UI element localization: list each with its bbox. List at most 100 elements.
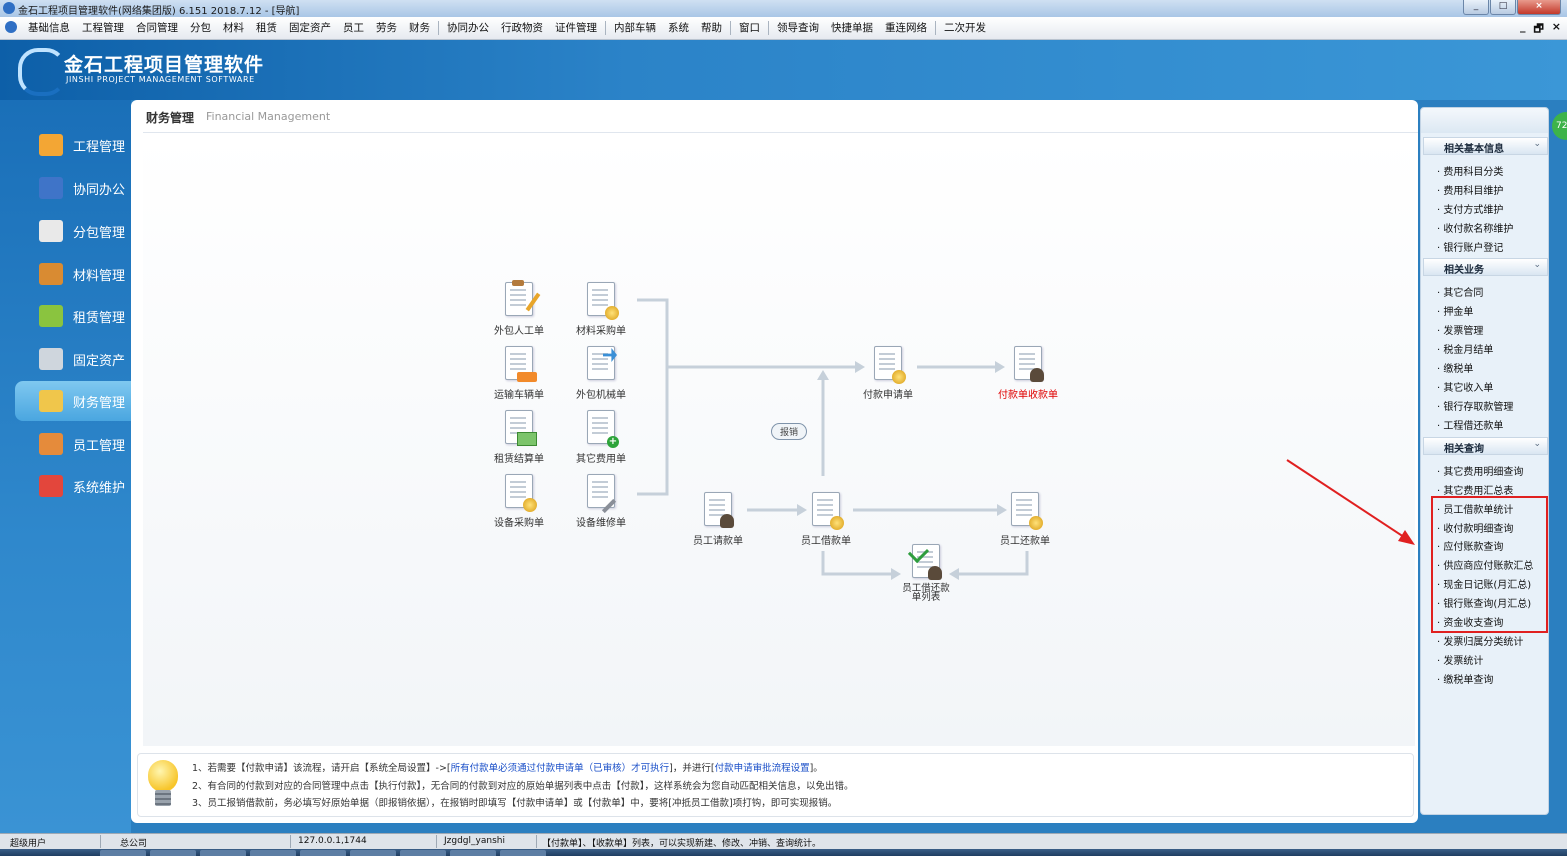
link-other-contract[interactable]: · 其它合同 <box>1437 284 1483 299</box>
staff-icon <box>39 433 63 455</box>
link-tax-payment[interactable]: · 缴税单 <box>1437 360 1473 375</box>
menu-zulin[interactable]: 租赁 <box>250 17 283 39</box>
node-payment-receipt[interactable]: 付款单收款单 <box>988 346 1068 401</box>
taskbar-item[interactable] <box>250 850 296 856</box>
menu-chuangkou[interactable]: 窗口 <box>733 17 766 39</box>
mdi-close-button[interactable]: × <box>1552 20 1561 39</box>
server-icon <box>39 348 63 370</box>
link-payee-name[interactable]: · 收付款名称维护 <box>1437 220 1513 235</box>
menu-list: 基础信息 工程管理 合同管理 分包 材料 租赁 固定资产 员工 劳务 财务 协同… <box>22 17 992 39</box>
taskbar-item[interactable] <box>150 850 196 856</box>
app-icon <box>3 2 15 14</box>
menu-lingdao[interactable]: 领导查询 <box>771 17 825 39</box>
sidebar-item-assets[interactable]: 固定资产 <box>15 339 131 379</box>
menu-yuangong[interactable]: 员工 <box>337 17 370 39</box>
link-bank-deposit[interactable]: · 银行存取款管理 <box>1437 398 1513 413</box>
node-payment-request[interactable]: 付款申请单 <box>848 346 928 401</box>
node-employee-repay[interactable]: 员工还款单 <box>985 492 1065 547</box>
menu-jichu[interactable]: 基础信息 <box>22 17 76 39</box>
menu-guding[interactable]: 固定资产 <box>283 17 337 39</box>
flow-diagram: 外包人工单 材料采购单 运输车辆单 外包机械单 租赁结算单 + 其它费用单 设备… <box>143 136 1415 746</box>
status-db: Jzgdgl_yanshi <box>444 836 505 846</box>
link-q-expense-summary[interactable]: · 其它费用汇总表 <box>1437 482 1513 497</box>
menu-laowu[interactable]: 劳务 <box>370 17 403 39</box>
menu-xingzheng[interactable]: 行政物资 <box>495 17 549 39</box>
taskbar-item[interactable] <box>400 850 446 856</box>
menu-chonglian[interactable]: 重连网络 <box>879 17 933 39</box>
menu-xietong[interactable]: 协同办公 <box>441 17 495 39</box>
link-q-tax-query[interactable]: · 缴税单查询 <box>1437 671 1493 686</box>
node-employee-request[interactable]: 员工请款单 <box>678 492 758 547</box>
sidebar-item-lease[interactable]: 租赁管理 <box>15 296 131 336</box>
maximize-button[interactable]: □ <box>1490 0 1516 15</box>
link-expense-category[interactable]: · 费用科目分类 <box>1437 163 1503 178</box>
status-tip: 【付款单】、【收款单】列表，可以实现新建、修改、冲销、查询统计。 <box>542 839 822 849</box>
link-invoice[interactable]: · 发票管理 <box>1437 322 1483 337</box>
sidebar-item-engineering[interactable]: 工程管理 <box>15 125 131 165</box>
sidebar-item-finance[interactable]: 财务管理 <box>15 381 131 421</box>
status-ip: 127.0.0.1,1744 <box>298 836 367 846</box>
node-outsource-labor[interactable]: 外包人工单 <box>479 280 559 337</box>
mdi-restore-button[interactable]: 🗗 <box>1533 20 1543 39</box>
menu-caiwu[interactable]: 财务 <box>403 17 436 39</box>
node-lease-settlement[interactable]: 租赁结算单 <box>479 410 559 465</box>
link-bank-account[interactable]: · 银行账户登记 <box>1437 239 1503 254</box>
menu-kuaijie[interactable]: 快捷单据 <box>825 17 879 39</box>
menu-erci[interactable]: 二次开发 <box>938 17 992 39</box>
node-material-purchase[interactable]: 材料采购单 <box>561 282 641 337</box>
link-expense-maintain[interactable]: · 费用科目维护 <box>1437 182 1503 197</box>
menu-gongcheng[interactable]: 工程管理 <box>76 17 130 39</box>
link-tax-monthly[interactable]: · 税金月结单 <box>1437 341 1493 356</box>
mdi-minimize-button[interactable]: _ <box>1520 20 1526 39</box>
sidebar-item-subcontract[interactable]: 分包管理 <box>15 211 131 251</box>
menu-bangzhu[interactable]: 帮助 <box>695 17 728 39</box>
menu-neibu[interactable]: 内部车辆 <box>608 17 662 39</box>
sidebar-item-staff[interactable]: 员工管理 <box>15 424 131 464</box>
chevron-down-icon: ⌄ <box>1533 260 1541 270</box>
link-q-expense-detail[interactable]: · 其它费用明细查询 <box>1437 463 1523 478</box>
menu-fenbao[interactable]: 分包 <box>184 17 217 39</box>
node-equipment-purchase[interactable]: 设备采购单 <box>479 474 559 529</box>
link-other-income[interactable]: · 其它收入单 <box>1437 379 1493 394</box>
minimize-button[interactable]: _ <box>1463 0 1489 15</box>
sidebar-item-label: 固定资产 <box>73 353 126 369</box>
menu-hetong[interactable]: 合同管理 <box>130 17 184 39</box>
taskbar-item[interactable] <box>200 850 246 856</box>
sidebar-item-collab[interactable]: 协同办公 <box>15 168 131 208</box>
node-transport-vehicle[interactable]: 运输车辆单 <box>479 346 559 401</box>
taskbar-item[interactable] <box>300 850 346 856</box>
node-other-expense[interactable]: + 其它费用单 <box>561 410 641 465</box>
section-business[interactable]: 相关业务 ⌄ <box>1423 258 1548 276</box>
loan-doc-icon <box>808 492 844 530</box>
node-equipment-repair[interactable]: 设备维修单 <box>561 474 641 529</box>
document-coin-icon <box>501 474 537 512</box>
side-bubble[interactable]: 72 <box>1552 112 1567 140</box>
node-employee-loan[interactable]: 员工借款单 <box>786 492 866 547</box>
link-q-invoice-category[interactable]: · 发票归属分类统计 <box>1437 633 1523 648</box>
cubes-icon <box>39 305 63 327</box>
section-queries[interactable]: 相关查询 ⌄ <box>1423 437 1548 455</box>
taskbar-item[interactable] <box>100 850 146 856</box>
link-deposit[interactable]: · 押金单 <box>1437 303 1473 318</box>
menu-app-icon[interactable] <box>5 21 17 33</box>
menu-zhengjian[interactable]: 证件管理 <box>549 17 603 39</box>
node-label: 付款单收款单 <box>998 390 1058 401</box>
network-icon <box>39 177 63 199</box>
menu-xitong[interactable]: 系统 <box>662 17 695 39</box>
menu-cailiao[interactable]: 材料 <box>217 17 250 39</box>
link-project-loan[interactable]: · 工程借还款单 <box>1437 417 1503 432</box>
close-button[interactable]: × <box>1517 0 1561 15</box>
link-q-invoice-stats[interactable]: · 发票统计 <box>1437 652 1483 667</box>
taskbar-item[interactable] <box>450 850 496 856</box>
link-payment-method[interactable]: · 支付方式维护 <box>1437 201 1503 216</box>
document-plus-icon: + <box>583 410 619 448</box>
taskbar-item[interactable] <box>500 850 546 856</box>
sidebar-item-material[interactable]: 材料管理 <box>15 254 131 294</box>
sidebar-item-system[interactable]: 系统维护 <box>15 466 131 506</box>
node-loan-repay-list[interactable]: 员工借还款单列表 <box>886 541 966 602</box>
notice-link[interactable]: 付款申请审批流程设置 <box>715 763 810 774</box>
notice-link[interactable]: 所有付款单必须通过付款申请单（已审核）才可执行 <box>451 763 670 774</box>
section-basic-info[interactable]: 相关基本信息 ⌄ <box>1423 137 1548 155</box>
node-outsource-machine[interactable]: 外包机械单 <box>561 346 641 401</box>
taskbar-item[interactable] <box>350 850 396 856</box>
